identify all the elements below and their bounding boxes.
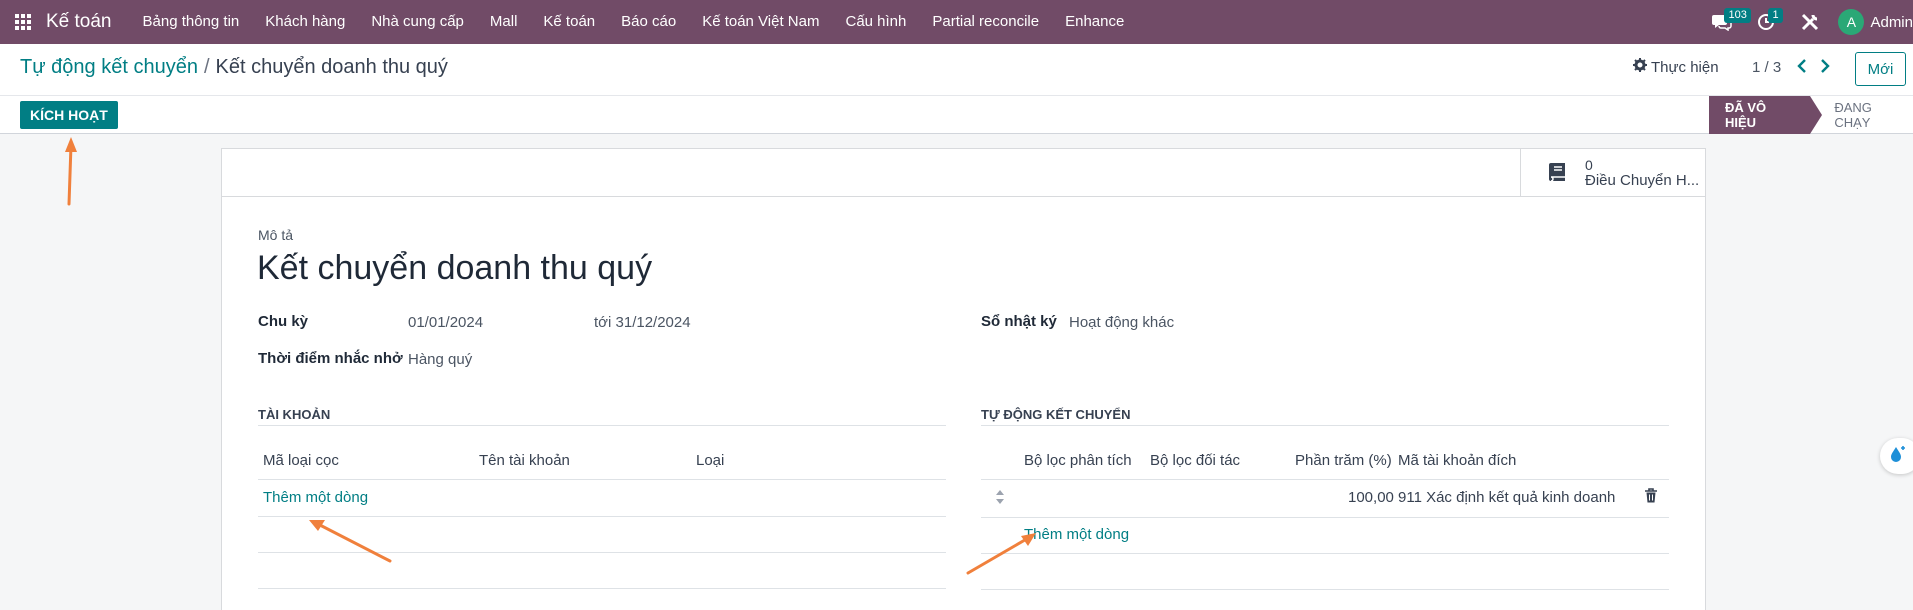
- auto-transfer-add-line-link[interactable]: Thêm một dòng: [1024, 526, 1129, 543]
- breadcrumb-parent[interactable]: Tự động kết chuyển: [20, 56, 198, 78]
- stage-running[interactable]: ĐANG CHẠY: [1810, 96, 1913, 134]
- auto-transfer-section-divider: [981, 425, 1669, 426]
- record-title[interactable]: Kết chuyển doanh thu quý: [257, 249, 652, 288]
- table-row-divider: [981, 517, 1669, 518]
- action-label: Thực hiện: [1651, 58, 1719, 76]
- description-label: Mô tả: [258, 227, 294, 243]
- new-button[interactable]: Mới: [1855, 52, 1906, 86]
- clock-icon[interactable]: 1: [1744, 0, 1788, 44]
- stat-label: Điều Chuyển H...: [1585, 172, 1700, 189]
- menu-item-partial-reconcile[interactable]: Partial reconcile: [919, 0, 1052, 44]
- column-header-account-name[interactable]: Tên tài khoản: [479, 452, 570, 469]
- accounts-section-title: TÀI KHOẢN: [258, 407, 331, 422]
- activities-badge: 1: [1768, 8, 1783, 23]
- chat-icon[interactable]: 103: [1700, 0, 1751, 44]
- row-percent-cell[interactable]: 100,00: [1348, 489, 1394, 506]
- drag-handle-icon[interactable]: [995, 489, 1005, 510]
- menu-item-customers[interactable]: Khách hàng: [252, 0, 358, 44]
- table-row-divider: [258, 552, 946, 553]
- column-header-analytic-filter[interactable]: Bộ lọc phân tích: [1024, 452, 1132, 469]
- journal-field[interactable]: Hoạt động khác: [1069, 314, 1174, 331]
- accounts-add-line-link[interactable]: Thêm một dòng: [263, 489, 368, 506]
- accounts-section-divider: [258, 425, 946, 426]
- column-header-deposit-type[interactable]: Mã loại cọc: [263, 452, 339, 469]
- table-row-divider: [981, 589, 1669, 590]
- app-name[interactable]: Kế toán: [46, 11, 112, 33]
- main-menu: Bảng thông tin Khách hàng Nhà cung cấp M…: [130, 0, 1138, 44]
- menu-item-accounting[interactable]: Kế toán: [530, 0, 608, 44]
- journal-label: Sổ nhật ký: [981, 313, 1057, 330]
- activate-button[interactable]: KÍCH HOẠT: [20, 101, 118, 129]
- statusbar: KÍCH HOẠT ĐÃ VÔ HIỆU ĐANG CHẠY: [0, 96, 1913, 134]
- auto-transfer-section-title: TỰ ĐỘNG KẾT CHUYỂN: [981, 407, 1131, 422]
- systray: 103 1 A Admin: [1700, 0, 1913, 44]
- top-navbar: Kế toán Bảng thông tin Khách hàng Nhà cu…: [0, 0, 1913, 44]
- menu-item-dashboard[interactable]: Bảng thông tin: [130, 0, 253, 44]
- transfer-stat-button[interactable]: 0 Điều Chuyển H...: [1520, 149, 1705, 197]
- stat-value: 0: [1585, 157, 1593, 173]
- reminder-field[interactable]: Hàng quý: [408, 351, 472, 368]
- column-header-target-account[interactable]: Mã tài khoản đích: [1398, 452, 1516, 469]
- menu-item-vendors[interactable]: Nhà cung cấp: [358, 0, 477, 44]
- reminder-label: Thời điểm nhắc nhở: [258, 350, 403, 367]
- menu-item-configuration[interactable]: Cấu hình: [832, 0, 919, 44]
- control-panel: Tự động kết chuyển / Kết chuyển doanh thu …: [0, 44, 1913, 96]
- chevron-left-icon: [1797, 58, 1807, 78]
- stage-disabled[interactable]: ĐÃ VÔ HIỆU: [1709, 96, 1823, 134]
- action-menu-button[interactable]: Thực hiện: [1633, 58, 1719, 76]
- user-name: Admin: [1870, 13, 1913, 31]
- table-header-divider: [258, 479, 946, 480]
- pager-value[interactable]: 1 / 3: [1752, 59, 1781, 76]
- period-from-field[interactable]: 01/01/2024: [408, 314, 483, 331]
- row-target-account-cell[interactable]: 911 Xác định kết quả kinh doanh: [1398, 489, 1615, 506]
- menu-item-mall[interactable]: Mall: [477, 0, 531, 44]
- breadcrumb-current: Kết chuyển doanh thu quý: [215, 56, 448, 78]
- period-label: Chu kỳ: [258, 313, 309, 330]
- smart-button-box: 0 Điều Chuyển H...: [222, 149, 1705, 197]
- trash-icon[interactable]: [1644, 488, 1658, 509]
- table-row-divider: [981, 553, 1669, 554]
- menu-item-vn-accounting[interactable]: Kế toán Việt Nam: [689, 0, 832, 44]
- pager-previous-button[interactable]: [1792, 55, 1812, 81]
- form-sheet: 0 Điều Chuyển H... Mô tả Kết chuyển doan…: [221, 148, 1706, 610]
- gear-icon: [1633, 58, 1647, 76]
- column-header-partner-filter[interactable]: Bộ lọc đối tác: [1150, 452, 1240, 469]
- breadcrumb-separator: /: [203, 56, 210, 78]
- table-row-divider: [258, 516, 946, 517]
- book-icon: [1543, 161, 1573, 185]
- breadcrumb: Tự động kết chuyển / Kết chuyển doanh thu …: [20, 56, 448, 79]
- user-menu[interactable]: A Admin: [1838, 9, 1913, 35]
- pager-next-button[interactable]: [1815, 55, 1835, 81]
- menu-item-reports[interactable]: Báo cáo: [608, 0, 689, 44]
- water-drop-widget[interactable]: [1880, 438, 1913, 474]
- period-to-field[interactable]: tới 31/12/2024: [594, 314, 691, 331]
- menu-item-enhance[interactable]: Enhance: [1052, 0, 1137, 44]
- apps-icon[interactable]: [0, 0, 46, 44]
- table-header-divider: [981, 479, 1669, 480]
- column-header-percent[interactable]: Phần trăm (%): [1295, 452, 1392, 469]
- table-row-divider: [258, 588, 946, 589]
- column-header-type[interactable]: Loại: [696, 452, 724, 469]
- water-drop-icon: [1888, 444, 1908, 469]
- tools-icon[interactable]: [1788, 0, 1832, 44]
- chevron-right-icon: [1820, 58, 1830, 78]
- stage-selector: ĐÃ VÔ HIỆU ĐANG CHẠY: [1709, 96, 1913, 134]
- avatar: A: [1838, 9, 1865, 35]
